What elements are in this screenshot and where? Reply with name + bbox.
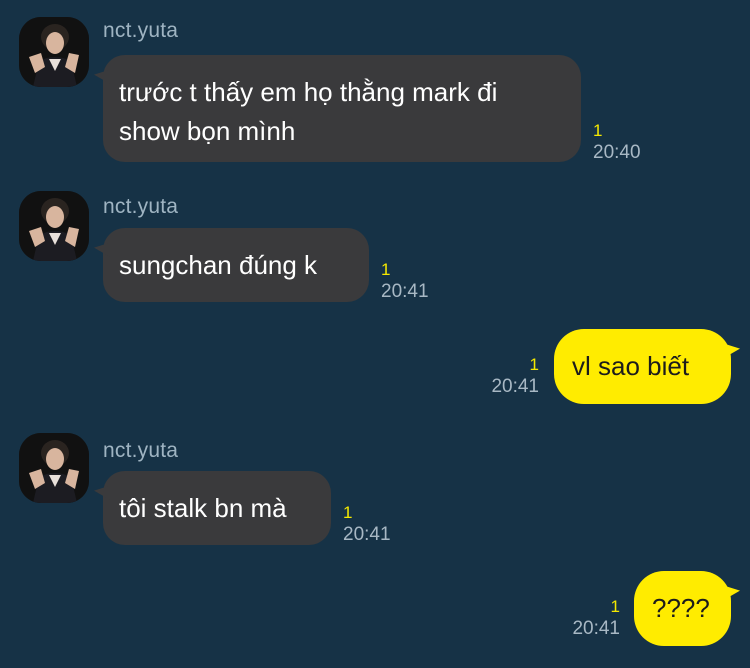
message-bubble[interactable]: vl sao biết: [554, 329, 731, 404]
message-meta: 1 20:41: [381, 260, 429, 304]
timestamp: 20:41: [343, 524, 391, 545]
profile-photo-icon: [19, 17, 89, 87]
message-bubble[interactable]: ????: [634, 571, 731, 646]
message-bubble[interactable]: sungchan đúng k: [103, 228, 369, 302]
avatar[interactable]: [19, 191, 89, 261]
timestamp: 20:41: [572, 618, 620, 639]
message-text-line: vl sao biết: [572, 351, 690, 381]
message-meta: 1 20:40: [593, 121, 641, 165]
message-meta: 1 20:41: [343, 503, 391, 547]
message-text-line: trước t thấy em họ thằng mark đi: [119, 77, 498, 107]
timestamp: 20:41: [491, 376, 539, 397]
read-count: 1: [593, 121, 603, 140]
message-bubble[interactable]: trước t thấy em họ thằng mark đi show bọ…: [103, 55, 581, 162]
timestamp: 20:40: [593, 142, 641, 163]
message-text-line: ????: [652, 593, 710, 623]
read-count: 1: [529, 355, 539, 374]
message-text-line: show bọn mình: [119, 116, 296, 146]
read-count: 1: [343, 503, 353, 522]
profile-photo-icon: [19, 191, 89, 261]
chat-view: nct.yuta trước t thấy em họ thằng mark đ…: [0, 0, 750, 668]
profile-photo-icon: [19, 433, 89, 503]
sender-name: nct.yuta: [103, 439, 179, 462]
timestamp: 20:41: [381, 281, 429, 302]
message-bubble[interactable]: tôi stalk bn mà: [103, 471, 331, 545]
message-meta: 1 20:41: [566, 597, 620, 641]
read-count: 1: [610, 597, 620, 616]
read-count: 1: [381, 260, 391, 279]
sender-name: nct.yuta: [103, 195, 179, 218]
sender-name: nct.yuta: [103, 19, 179, 42]
avatar[interactable]: [19, 433, 89, 503]
message-text-line: sungchan đúng k: [119, 250, 318, 280]
message-text-line: tôi stalk bn mà: [119, 493, 287, 523]
message-meta: 1 20:41: [487, 355, 539, 399]
avatar[interactable]: [19, 17, 89, 87]
